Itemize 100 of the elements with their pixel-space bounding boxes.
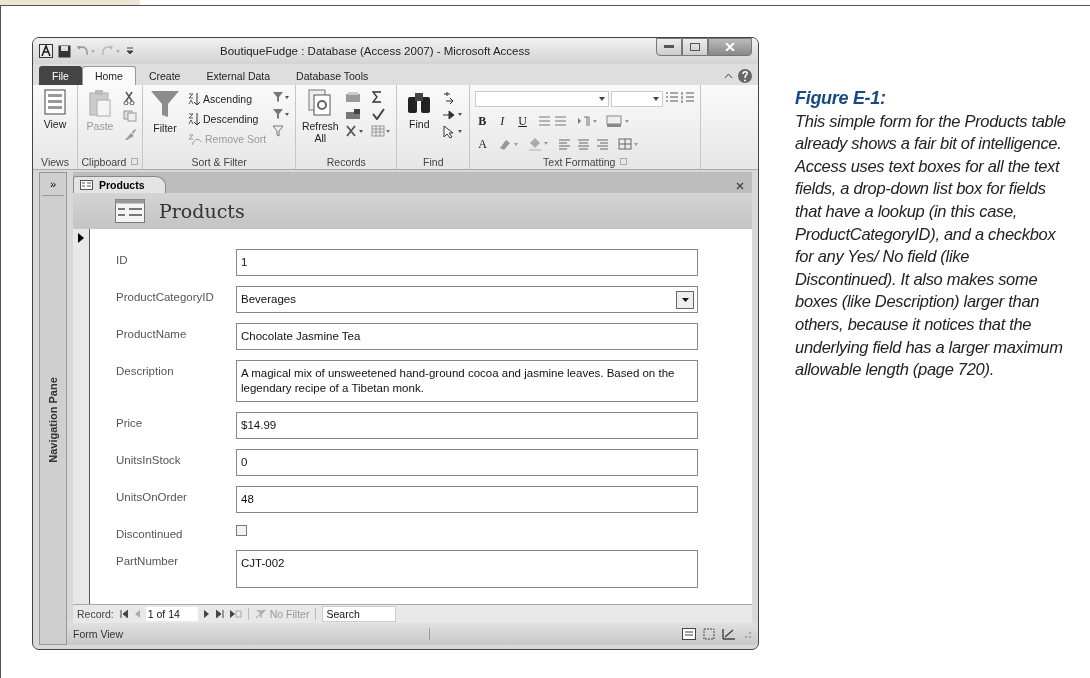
figure-caption: This simple form for the Products table already shows a fair bit of intelligence. Access uses text boxes for all the text fields, a drop-down list box for fields that have a lookup (in this case, ProductCategoryID), and a checkbox for any Yes/ No field (like Discontinued). It also makes some boxes (like Description) larger than others, because it notices that the underlying field has a larger maximum allowable length (page 720). (795, 111, 1066, 379)
close-icon (725, 43, 735, 51)
copy-icon[interactable] (123, 110, 137, 122)
caret-icon (653, 97, 660, 101)
no-filter-icon (254, 609, 267, 619)
field-label: Price (116, 416, 144, 429)
file-tab[interactable]: File (39, 66, 82, 85)
resize-grip-icon (742, 629, 752, 639)
field-label: ProductName (116, 327, 188, 340)
dropdown-field[interactable]: Beverages (236, 286, 698, 313)
first-record-icon[interactable] (119, 610, 128, 618)
view-button[interactable]: View (38, 89, 72, 154)
close-icon (736, 182, 744, 190)
expand-button[interactable]: » (49, 173, 57, 195)
highlight-icon[interactable] (497, 138, 520, 150)
customize-icon[interactable] (126, 45, 134, 57)
text-field[interactable]: $14.99 (236, 412, 698, 439)
search-field[interactable]: Search (322, 606, 397, 622)
numbering-icon[interactable] (681, 91, 696, 103)
find-button[interactable]: Find (402, 89, 437, 154)
help-icon[interactable] (738, 69, 752, 83)
field-label: ID (116, 253, 129, 266)
field-label: PartNumber (116, 554, 179, 567)
checkbox[interactable] (236, 525, 247, 536)
navigation-pane-label[interactable]: Navigation Pane (47, 377, 59, 463)
field-label: UnitsOnOrder (116, 490, 188, 503)
text-field[interactable]: Chocolate Jasmine Tea (236, 323, 698, 350)
text-field[interactable]: 1 (236, 249, 698, 276)
brush-icon[interactable] (123, 127, 137, 141)
ribbon-tab[interactable]: Database Tools (283, 66, 382, 85)
sigma-icon[interactable] (371, 91, 384, 103)
refresh-button[interactable]: Refresh All (301, 89, 340, 154)
bullets-icon[interactable] (665, 91, 680, 103)
undo-icon[interactable] (76, 45, 96, 57)
descending-button[interactable]: Descending (188, 111, 267, 126)
save-record-icon[interactable] (345, 108, 362, 120)
filter-options-icon[interactable] (272, 108, 291, 120)
text-field[interactable]: 0 (236, 449, 698, 476)
record-position-field[interactable]: 1 of 14 (145, 607, 198, 621)
caret-icon (681, 297, 689, 302)
document-tab[interactable]: Products (73, 176, 166, 193)
new-record-icon[interactable] (229, 610, 242, 618)
ribbon-tab[interactable]: Create (135, 66, 194, 85)
filter-options-icon[interactable] (272, 91, 291, 103)
minimize-icon (664, 45, 674, 49)
group-label: Views (41, 155, 69, 168)
funnel-icon[interactable] (150, 89, 180, 119)
italic-button[interactable]: I (497, 113, 508, 129)
minimize-button[interactable] (656, 38, 682, 56)
delete-icon[interactable] (345, 125, 366, 137)
filter-toggle-icon[interactable] (272, 125, 285, 137)
more-options-icon[interactable] (371, 125, 392, 137)
ascending-button[interactable]: Ascending (188, 91, 267, 106)
save-icon[interactable] (58, 44, 71, 58)
record-label: Record: (77, 608, 114, 620)
record-selector[interactable] (73, 229, 90, 604)
pointer-icon[interactable] (442, 125, 465, 139)
sort-descending-icon[interactable] (188, 111, 200, 126)
spelling-check-icon[interactable] (371, 108, 386, 120)
fill-color-icon[interactable] (605, 115, 630, 127)
window-title: BoutiqueFudge : Database (Access 2007) - Microsoft Access (219, 45, 531, 57)
text-field[interactable]: 48 (236, 486, 698, 513)
text-area[interactable]: CJT-002 (236, 550, 698, 588)
form-icon (115, 199, 145, 223)
field-label: UnitsInStock (116, 453, 182, 466)
form-view-icon[interactable] (682, 628, 696, 640)
form-title: Products (159, 200, 245, 222)
ribbon-tab[interactable]: External Data (193, 66, 284, 85)
next-record-icon[interactable] (203, 610, 210, 618)
app-logo-icon[interactable] (39, 44, 53, 58)
group-label: Records (326, 155, 366, 168)
text-area[interactable]: A magical mix of unsweetened hand-ground cocoa and jasmine leaves. Based on the legendary recipe of a Tibetan monk. (236, 360, 698, 402)
collapse-ribbon-icon[interactable] (724, 73, 733, 79)
filter-button[interactable]: Filter (148, 89, 182, 154)
field-label: Description (116, 364, 175, 377)
group-label: Text Formatting (543, 155, 616, 168)
font-color-button[interactable]: A (475, 136, 490, 152)
group-label: Sort & Filter (191, 155, 247, 168)
figure-title: Figure E-1: (795, 87, 887, 110)
ribbon-tab[interactable]: Home (81, 66, 136, 85)
refresh-icon[interactable] (308, 89, 333, 117)
field-label: ProductCategoryID (116, 290, 215, 303)
underline-button[interactable]: U (515, 113, 530, 129)
group-label: Clipboard (81, 155, 127, 168)
form-icon (80, 180, 93, 190)
current-record-icon (78, 233, 84, 243)
close-button[interactable] (708, 38, 752, 56)
scissors-icon[interactable] (123, 91, 135, 105)
sort-ascending-icon[interactable] (188, 91, 200, 106)
group-label: Find (423, 155, 444, 168)
maximize-icon (690, 43, 700, 51)
field-label: Discontinued (116, 527, 184, 540)
arrow-right-icon[interactable] (442, 110, 465, 120)
last-record-icon[interactable] (215, 610, 224, 618)
gridlines-icon[interactable] (617, 138, 640, 150)
status-text: Form View (73, 628, 430, 640)
layout-view-icon[interactable] (702, 628, 716, 640)
design-view-icon[interactable] (722, 628, 736, 640)
bold-button[interactable]: B (475, 113, 490, 129)
maximize-button[interactable] (682, 38, 708, 56)
